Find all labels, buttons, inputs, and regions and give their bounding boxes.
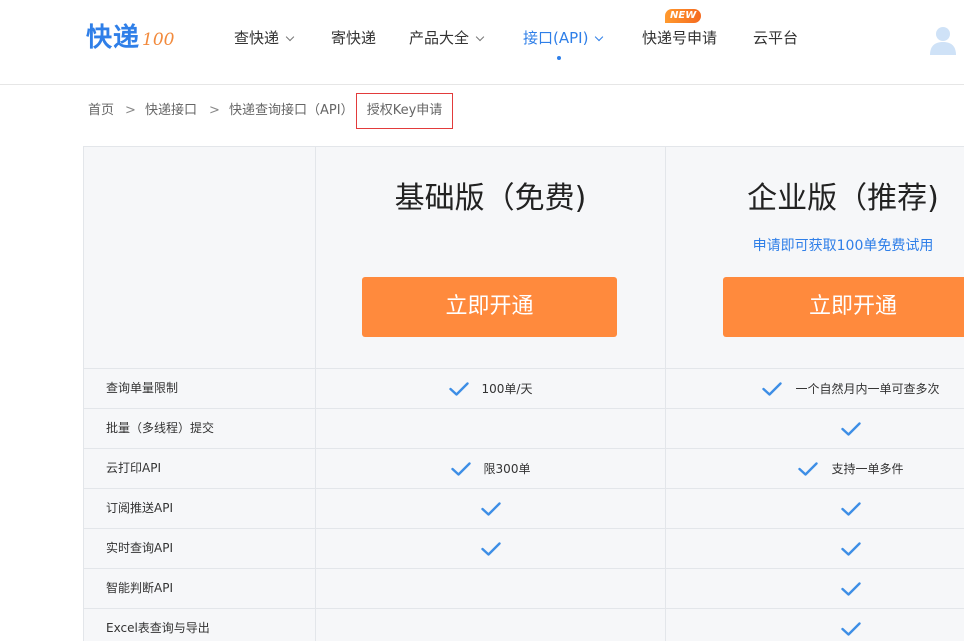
plan-title: 基础版（免费) bbox=[394, 181, 587, 216]
pricing-table: 基础版（免费) 立即开通 企业版（推荐) 申请即可获取100单免费试用 立即开通… bbox=[83, 146, 964, 641]
feature-name: 订阅推送API bbox=[106, 501, 173, 515]
chevron-down-icon bbox=[595, 32, 604, 42]
feature-row: 查询单量限制 100单/天 一个自然月内一单可查多次 bbox=[84, 368, 964, 408]
feature-cell-enterprise bbox=[666, 409, 964, 448]
check-icon bbox=[841, 581, 861, 596]
plan-enterprise: 企业版（推荐) 申请即可获取100单免费试用 立即开通 bbox=[666, 147, 964, 367]
check-icon bbox=[798, 461, 819, 476]
feature-name: 批量（多线程）提交 bbox=[106, 421, 215, 435]
breadcrumb-separator: > bbox=[209, 103, 220, 118]
nav-label: 查快递 bbox=[234, 29, 280, 47]
activate-basic-button[interactable]: 立即开通 bbox=[362, 277, 617, 337]
nav-item-api[interactable]: 接口(API) bbox=[523, 26, 604, 50]
check-icon bbox=[841, 421, 861, 436]
feature-value: 限300单 bbox=[483, 462, 531, 476]
feature-cell-basic bbox=[316, 609, 665, 641]
plan-basic: 基础版（免费) 立即开通 bbox=[316, 147, 665, 367]
breadcrumb-home[interactable]: 首页 bbox=[88, 101, 114, 121]
feature-value: 100单/天 bbox=[481, 382, 533, 396]
feature-name: 智能判断API bbox=[106, 581, 173, 595]
plan-title: 企业版（推荐) bbox=[747, 181, 939, 216]
feature-cell-enterprise bbox=[666, 609, 964, 641]
activate-enterprise-button[interactable]: 立即开通 bbox=[723, 277, 964, 337]
top-header: 快递 100 查快递 寄快递 产品大全 接口(API) 快递号申请 云平台 NE… bbox=[0, 0, 964, 85]
check-icon bbox=[480, 501, 501, 516]
feature-row: 云打印API 限300单 支持一单多件 bbox=[84, 448, 964, 488]
feature-name: 查询单量限制 bbox=[106, 381, 179, 395]
feature-cell-enterprise bbox=[666, 489, 964, 528]
nav-label: 快递号申请 bbox=[642, 29, 718, 47]
check-icon bbox=[841, 501, 861, 516]
nav-item-send[interactable]: 寄快递 bbox=[331, 26, 376, 50]
feature-value: 一个自然月内一单可查多次 bbox=[795, 382, 940, 396]
check-icon bbox=[448, 381, 469, 396]
feature-name: Excel表查询与导出 bbox=[106, 621, 210, 635]
user-avatar-icon[interactable] bbox=[928, 25, 958, 55]
feature-value: 支持一单多件 bbox=[831, 462, 904, 476]
check-icon bbox=[841, 621, 861, 636]
feature-cell-basic bbox=[316, 569, 665, 608]
feature-cell-enterprise: 支持一单多件 bbox=[666, 449, 964, 488]
feature-row: 实时查询API bbox=[84, 528, 964, 568]
nav-label: 产品大全 bbox=[409, 29, 470, 47]
feature-cell-basic bbox=[316, 489, 665, 528]
nav-active-indicator bbox=[557, 56, 561, 60]
feature-row: 批量（多线程）提交 bbox=[84, 408, 964, 448]
nav-item-track[interactable]: 查快递 bbox=[234, 26, 295, 50]
check-icon bbox=[480, 541, 501, 556]
breadcrumb-separator: > bbox=[125, 103, 136, 118]
feature-cell-enterprise bbox=[666, 569, 964, 608]
logo-text: 快递 bbox=[86, 23, 141, 53]
nav-label: 寄快递 bbox=[331, 29, 377, 47]
nav-label: 云平台 bbox=[753, 29, 799, 47]
feature-name: 实时查询API bbox=[106, 541, 173, 555]
nav-item-courier-number[interactable]: 快递号申请 bbox=[642, 26, 717, 50]
feature-row: 订阅推送API bbox=[84, 488, 964, 528]
check-icon bbox=[841, 541, 861, 556]
feature-cell-basic bbox=[316, 409, 665, 448]
feature-cell-basic bbox=[316, 529, 665, 568]
feature-row: Excel表查询与导出 bbox=[84, 608, 964, 641]
feature-cell-enterprise bbox=[666, 529, 964, 568]
feature-name: 云打印API bbox=[106, 461, 161, 475]
check-icon bbox=[762, 381, 783, 396]
new-badge: NEW bbox=[665, 9, 702, 23]
breadcrumb-api[interactable]: 快递接口 bbox=[145, 101, 197, 121]
chevron-down-icon bbox=[285, 32, 295, 42]
feature-cell-basic: 限300单 bbox=[316, 449, 665, 488]
feature-cell-basic: 100单/天 bbox=[316, 369, 665, 408]
nav-item-products[interactable]: 产品大全 bbox=[409, 26, 485, 50]
logo-number: 100 bbox=[142, 30, 175, 50]
feature-row: 智能判断API bbox=[84, 568, 964, 608]
chevron-down-icon bbox=[475, 32, 485, 42]
breadcrumb-current: 授权Key申请 bbox=[356, 93, 453, 129]
check-icon bbox=[450, 461, 471, 476]
nav-label: 接口(API) bbox=[523, 29, 589, 47]
kuaidi100-logo[interactable]: 快递 100 bbox=[86, 22, 174, 54]
breadcrumb-query-api[interactable]: 快递查询接口（API） bbox=[229, 101, 354, 121]
nav-item-cloud[interactable]: 云平台 bbox=[753, 26, 798, 50]
plan-subtitle: 申请即可获取100单免费试用 bbox=[752, 238, 934, 254]
feature-cell-enterprise: 一个自然月内一单可查多次 bbox=[666, 369, 964, 408]
